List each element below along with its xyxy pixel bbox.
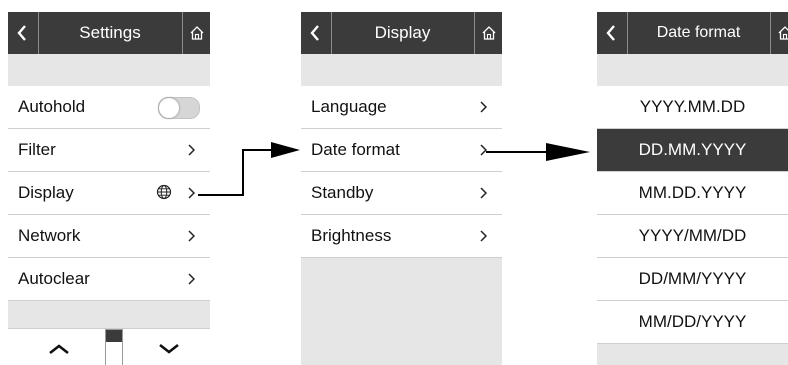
arrow-display-to-date-format <box>198 149 272 196</box>
arrowhead-1 <box>271 142 300 158</box>
arrowhead-2 <box>546 143 590 161</box>
navigation-arrows <box>198 142 590 196</box>
